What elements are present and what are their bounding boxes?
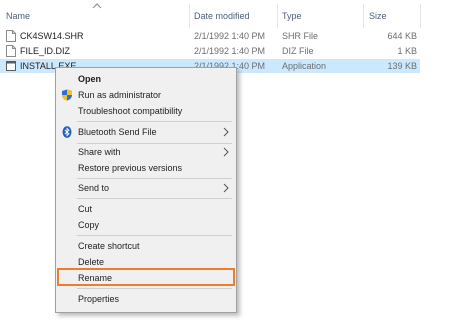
menu-separator — [77, 235, 232, 236]
menu-item-label: Send to — [78, 183, 110, 193]
menu-item-share-with[interactable]: Share with — [57, 144, 235, 160]
file-row[interactable]: CK4SW14.SHR 2/1/1992 1:40 PM SHR File 64… — [0, 29, 420, 43]
menu-item-rename[interactable]: Rename — [57, 268, 235, 286]
context-menu: Open Run as administrator Troubleshoot c… — [55, 67, 237, 313]
menu-separator — [77, 198, 232, 199]
sort-ascending-icon[interactable] — [92, 3, 102, 9]
file-type: Application — [282, 61, 327, 71]
menu-item-label: Open — [78, 74, 102, 84]
document-icon — [6, 45, 16, 57]
menu-item-label: Cut — [78, 204, 93, 214]
uac-shield-icon — [62, 89, 72, 101]
column-header-name[interactable]: Name — [6, 11, 30, 21]
menu-item-label: Delete — [78, 257, 105, 267]
file-date: 2/1/1992 1:40 PM — [194, 31, 266, 41]
menu-item-label: Run as administrator — [78, 90, 162, 100]
menu-item-properties[interactable]: Properties — [57, 291, 235, 307]
menu-item-label: Bluetooth Send File — [78, 127, 157, 137]
menu-item-run-as-administrator[interactable]: Run as administrator — [57, 87, 235, 103]
column-divider[interactable] — [277, 4, 278, 28]
menu-item-label: Rename — [78, 273, 113, 283]
menu-item-open[interactable]: Open — [57, 71, 235, 87]
menu-item-troubleshoot-compatibility[interactable]: Troubleshoot compatibility — [57, 103, 235, 119]
menu-item-copy[interactable]: Copy — [57, 217, 235, 233]
file-type: DIZ File — [282, 46, 314, 56]
menu-item-send-to[interactable]: Send to — [57, 180, 235, 196]
file-size: 139 KB — [387, 61, 417, 71]
menu-separator — [77, 121, 232, 122]
chevron-right-icon — [223, 147, 229, 157]
menu-item-create-shortcut[interactable]: Create shortcut — [57, 238, 235, 254]
chevron-right-icon — [223, 183, 229, 193]
menu-item-label: Troubleshoot compatibility — [78, 106, 183, 116]
menu-item-cut[interactable]: Cut — [57, 201, 235, 217]
menu-separator — [77, 178, 232, 179]
file-name: CK4SW14.SHR — [20, 31, 84, 41]
bluetooth-icon — [62, 126, 72, 138]
file-list-header: Name Date modified Type Size — [0, 0, 474, 30]
menu-item-label: Share with — [78, 147, 121, 157]
column-header-date-modified[interactable]: Date modified — [194, 11, 250, 21]
application-icon — [6, 61, 16, 71]
column-header-size[interactable]: Size — [369, 11, 387, 21]
menu-item-label: Copy — [78, 220, 100, 230]
menu-item-label: Properties — [78, 294, 120, 304]
menu-item-restore-previous-versions[interactable]: Restore previous versions — [57, 160, 235, 176]
column-header-type[interactable]: Type — [282, 11, 302, 21]
menu-item-label: Create shortcut — [78, 241, 140, 251]
column-divider[interactable] — [363, 4, 364, 28]
column-divider[interactable] — [189, 4, 190, 28]
menu-item-label: Restore previous versions — [78, 163, 183, 173]
file-name: FILE_ID.DIZ — [20, 46, 71, 56]
file-row[interactable]: FILE_ID.DIZ 2/1/1992 1:40 PM DIZ File 1 … — [0, 44, 420, 58]
file-size: 644 KB — [387, 31, 417, 41]
file-size: 1 KB — [397, 46, 417, 56]
file-date: 2/1/1992 1:40 PM — [194, 46, 266, 56]
document-icon — [6, 30, 16, 42]
chevron-right-icon — [223, 127, 229, 137]
column-divider[interactable] — [420, 4, 421, 28]
file-type: SHR File — [282, 31, 319, 41]
menu-item-bluetooth-send-file[interactable]: Bluetooth Send File — [57, 124, 235, 140]
menu-separator — [77, 288, 232, 289]
